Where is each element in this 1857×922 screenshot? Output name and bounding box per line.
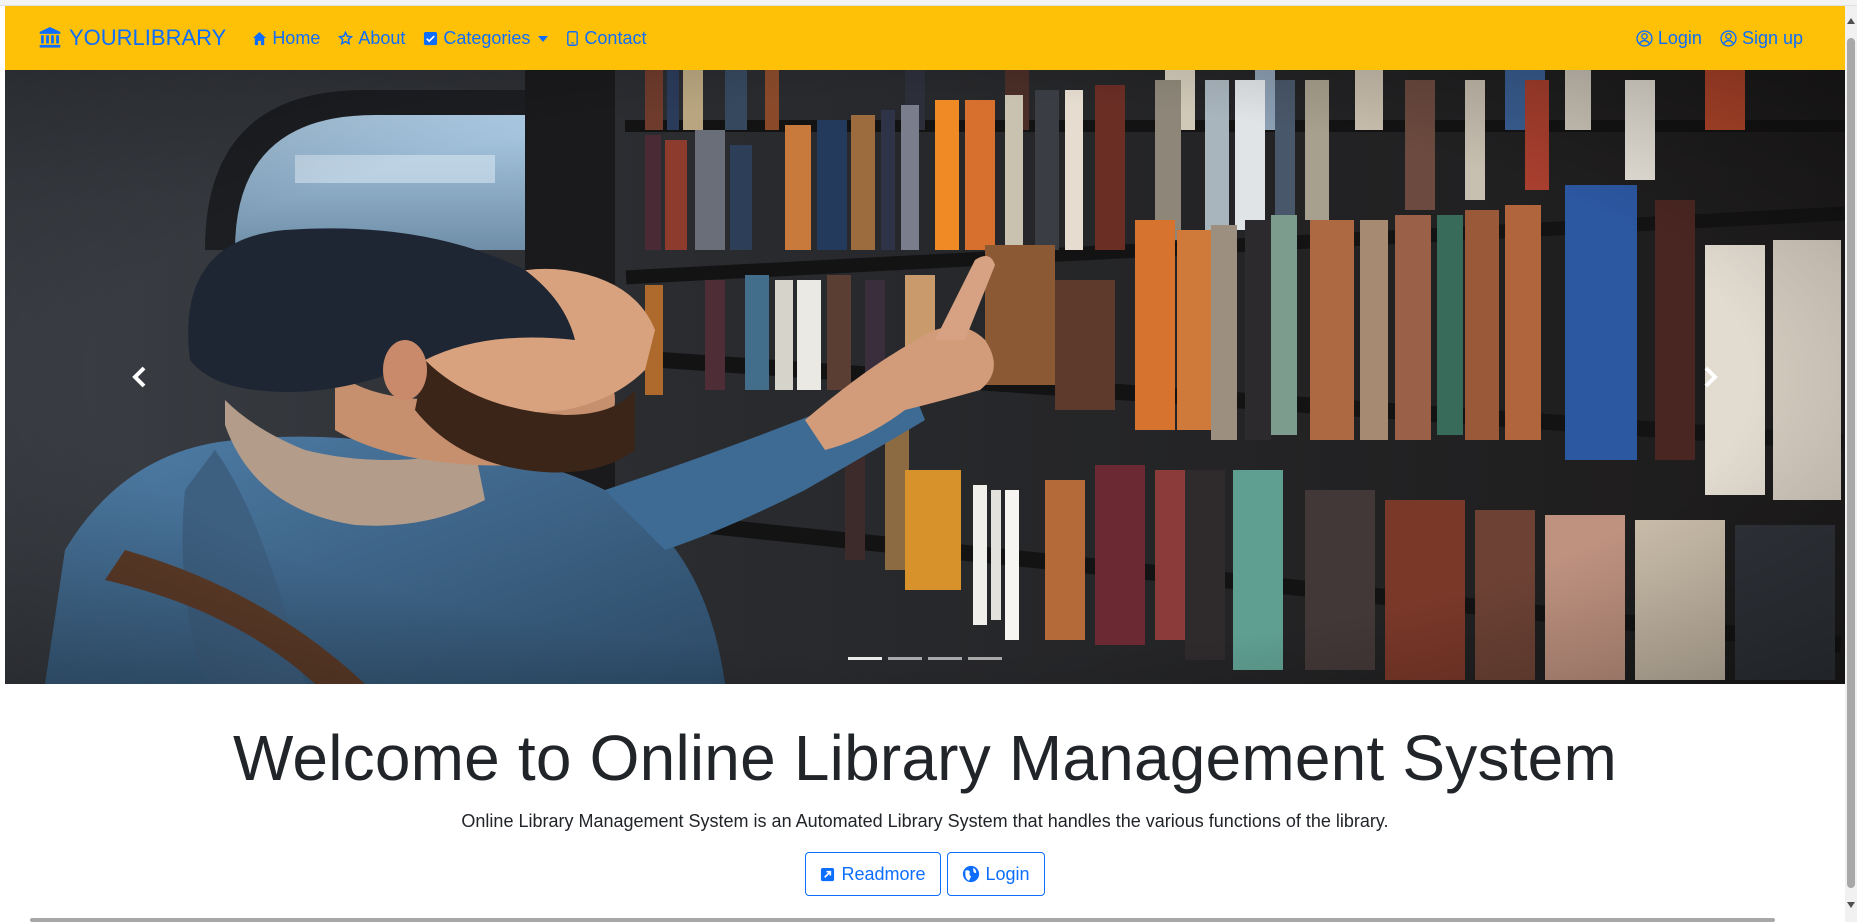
readmore-button-label: Readmore	[841, 863, 926, 884]
globe-icon	[962, 865, 979, 883]
scroll-down-icon[interactable]	[1847, 902, 1855, 908]
nav-item-home[interactable]: Home	[252, 28, 320, 49]
nav-item-label: About	[358, 27, 406, 48]
nav-login-label: Login	[1657, 27, 1702, 48]
chevron-left-icon	[132, 366, 146, 388]
carousel-indicator-3[interactable]	[928, 657, 962, 660]
scrollbar-thumb[interactable]	[1847, 38, 1855, 888]
hero-login-button[interactable]: Login	[946, 852, 1045, 896]
star-icon	[338, 30, 354, 45]
carousel-indicator-2[interactable]	[888, 657, 922, 660]
nav-item-categories[interactable]: Categories	[423, 27, 549, 49]
house-icon	[253, 31, 267, 45]
nav-signup-label: Sign up	[1741, 27, 1803, 48]
nav-right: Login Sign up	[1618, 6, 1803, 70]
chevron-right-icon	[1704, 366, 1718, 388]
nav-login[interactable]: Login	[1636, 28, 1702, 49]
hero-buttons: Readmore Login	[5, 852, 1845, 896]
readmore-button[interactable]: Readmore	[805, 852, 941, 896]
hero-login-button-label: Login	[985, 863, 1030, 884]
box-arrow-up-right-icon	[821, 867, 835, 881]
welcome-section: Welcome to Online Library Management Sys…	[5, 684, 1845, 896]
check-square-icon	[424, 31, 438, 45]
person-circle-icon	[1636, 29, 1653, 47]
carousel-prev-button[interactable]	[5, 70, 275, 684]
welcome-subtitle: Online Library Management System is an A…	[461, 811, 1389, 831]
navbar: YOURLIBRARY Home About Categories Contac…	[5, 6, 1845, 70]
carousel-indicators	[5, 657, 1845, 660]
nav-item-label: Categories	[443, 27, 531, 48]
vertical-scrollbar[interactable]	[1845, 6, 1857, 922]
phone-icon	[567, 30, 579, 46]
nav-item-label: Contact	[584, 27, 647, 48]
page: YOURLIBRARY Home About Categories Contac…	[5, 6, 1845, 922]
scroll-up-icon[interactable]	[1847, 18, 1855, 24]
nav-item-contact[interactable]: Contact	[566, 28, 646, 49]
nav-item-label: Home	[272, 27, 321, 48]
nav-signup[interactable]: Sign up	[1720, 28, 1803, 49]
brand-label: YOURLIBRARY	[69, 25, 227, 50]
carousel-slide-image	[5, 70, 1845, 684]
nav-item-about[interactable]: About	[338, 28, 405, 49]
hero-carousel	[5, 70, 1845, 684]
carousel-indicator-1[interactable]	[848, 657, 882, 660]
person-circle-icon	[1720, 29, 1737, 47]
caret-down-icon	[538, 36, 549, 42]
horizontal-scrollbar[interactable]	[30, 918, 1775, 922]
carousel-indicator-4[interactable]	[968, 657, 1002, 660]
nav-links: Home About Categories Contact	[252, 28, 664, 49]
brand-link[interactable]: YOURLIBRARY	[39, 25, 226, 51]
browser-viewport: YOURLIBRARY Home About Categories Contac…	[0, 0, 1857, 922]
welcome-title: Welcome to Online Library Management Sys…	[232, 722, 1617, 794]
carousel-next-button[interactable]	[1575, 70, 1845, 684]
bank-icon	[39, 27, 61, 48]
